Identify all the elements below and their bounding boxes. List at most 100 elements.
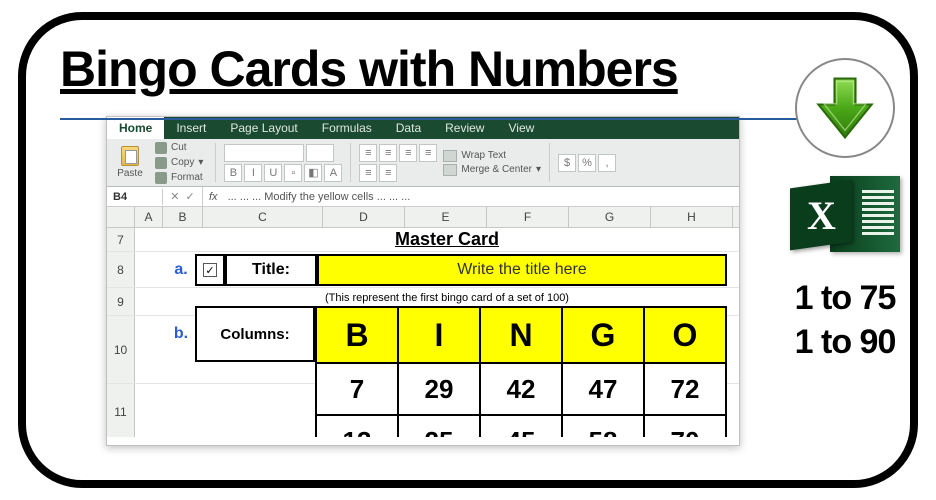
col-header-e[interactable]: E xyxy=(405,207,487,227)
tab-page-layout[interactable]: Page Layout xyxy=(218,117,309,139)
wrap-icon xyxy=(443,150,457,162)
bingo-cell[interactable]: 7 xyxy=(316,363,398,415)
ribbon-body: Paste Cut Copy ▾ Format xyxy=(107,139,739,187)
bingo-head-n[interactable]: N xyxy=(480,307,562,363)
title-row: Bingo Cards with Numbers xyxy=(60,40,876,98)
tab-insert[interactable]: Insert xyxy=(164,117,218,139)
ribbon-tabs: Home Insert Page Layout Formulas Data Re… xyxy=(107,117,739,139)
download-badge[interactable] xyxy=(795,58,895,158)
copy-button[interactable]: Copy ▾ xyxy=(151,156,207,170)
bingo-head-b[interactable]: B xyxy=(316,307,398,363)
cut-button[interactable]: Cut xyxy=(151,141,207,155)
col-header-f[interactable]: F xyxy=(487,207,569,227)
tab-home[interactable]: Home xyxy=(107,117,164,139)
percent-button[interactable]: % xyxy=(578,154,596,172)
checkbox-cell[interactable]: ✓ xyxy=(195,254,225,286)
row-header-7[interactable]: 7 xyxy=(107,228,135,251)
bingo-cell[interactable]: 47 xyxy=(562,363,644,415)
bingo-cell[interactable]: 58 xyxy=(562,415,644,437)
font-group: B I U ▫ ◧ A xyxy=(224,143,351,182)
bingo-cell[interactable]: 29 xyxy=(398,363,480,415)
cancel-icon[interactable]: ✕ xyxy=(170,190,179,203)
sheet: A B C D E F G H 7 8 9 10 11 xyxy=(107,207,739,437)
clipboard-icon xyxy=(121,146,139,166)
format-label: Format xyxy=(171,172,203,183)
currency-button[interactable]: $ xyxy=(558,154,576,172)
comma-button[interactable]: , xyxy=(598,154,616,172)
bingo-cell[interactable]: 25 xyxy=(398,415,480,437)
row-header-10[interactable]: 10 xyxy=(107,316,135,383)
title-label-cell: Title: xyxy=(225,254,317,286)
excel-window: Home Insert Page Layout Formulas Data Re… xyxy=(106,116,740,446)
formula-bar: B4 ✕ ✓ fx ... ... ... Modify the yellow c… xyxy=(107,187,739,207)
align-center-button[interactable]: ≡ xyxy=(359,164,377,182)
col-header-g[interactable]: G xyxy=(569,207,651,227)
col-header-h[interactable]: H xyxy=(651,207,733,227)
font-size-box[interactable] xyxy=(306,144,334,162)
right-column: X 1 to 75 1 to 90 xyxy=(760,58,918,364)
master-card: Master Card a. ✓ Title: Write the title … xyxy=(167,229,727,437)
border-button[interactable]: ▫ xyxy=(284,164,302,182)
wrap-text-button[interactable]: Wrap Text xyxy=(443,150,541,162)
bingo-head-o[interactable]: O xyxy=(644,307,726,363)
step-a-label: a. xyxy=(167,254,195,286)
row-header-9[interactable]: 9 xyxy=(107,288,135,315)
paste-label: Paste xyxy=(117,168,143,179)
bingo-cell[interactable]: 72 xyxy=(644,363,726,415)
wrap-text-label: Wrap Text xyxy=(461,150,506,161)
col-header-a[interactable]: A xyxy=(135,207,163,227)
select-all-corner[interactable] xyxy=(107,207,135,227)
col-header-d[interactable]: D xyxy=(323,207,405,227)
align-bot-button[interactable]: ≡ xyxy=(399,144,417,162)
fill-color-button[interactable]: ◧ xyxy=(304,164,322,182)
bingo-cell[interactable]: 42 xyxy=(480,363,562,415)
brush-icon xyxy=(155,172,167,184)
col-header-b[interactable]: B xyxy=(163,207,203,227)
underline-button[interactable]: U xyxy=(264,164,282,182)
tab-view[interactable]: View xyxy=(496,117,546,139)
italic-button[interactable]: I xyxy=(244,164,262,182)
download-arrow-icon xyxy=(810,73,880,143)
page-title: Bingo Cards with Numbers xyxy=(60,40,678,98)
fx-label: fx xyxy=(203,191,224,203)
align-left-button[interactable]: ≡ xyxy=(419,144,437,162)
excel-logo: X xyxy=(790,172,900,256)
scissors-icon xyxy=(155,142,167,154)
check-icon[interactable]: ✓ xyxy=(186,190,195,203)
tab-formulas[interactable]: Formulas xyxy=(310,117,384,139)
bingo-cell[interactable]: 45 xyxy=(480,415,562,437)
formula-text[interactable]: ... ... ... Modify the yellow cells ... … xyxy=(224,191,411,203)
clipboard-group: Paste Cut Copy ▾ Format xyxy=(113,143,216,182)
tab-review[interactable]: Review xyxy=(433,117,496,139)
row-header-8[interactable]: 8 xyxy=(107,252,135,287)
bingo-head-g[interactable]: G xyxy=(562,307,644,363)
bingo-row-2: 13 25 45 58 70 xyxy=(316,415,726,437)
bingo-cell[interactable]: 70 xyxy=(644,415,726,437)
step-b-label: b. xyxy=(167,306,195,362)
row-header-11[interactable]: 11 xyxy=(107,384,135,437)
col-header-c[interactable]: C xyxy=(203,207,323,227)
copy-icon xyxy=(155,157,167,169)
bingo-header-row: B I N G O xyxy=(316,307,726,363)
merge-icon xyxy=(443,164,457,176)
merge-center-button[interactable]: Merge & Center ▾ xyxy=(443,164,541,176)
format-button[interactable]: Format xyxy=(151,171,207,185)
cut-label: Cut xyxy=(171,142,187,153)
bingo-head-i[interactable]: I xyxy=(398,307,480,363)
clip-items: Cut Copy ▾ Format xyxy=(151,141,207,185)
font-color-button[interactable]: A xyxy=(324,164,342,182)
bingo-cell[interactable]: 13 xyxy=(316,415,398,437)
tab-data[interactable]: Data xyxy=(384,117,433,139)
merge-center-label: Merge & Center xyxy=(461,164,532,175)
paste-button[interactable]: Paste xyxy=(113,146,147,179)
excel-x-icon: X xyxy=(790,180,852,251)
align-mid-button[interactable]: ≡ xyxy=(379,144,397,162)
font-name-box[interactable] xyxy=(224,144,304,162)
name-box[interactable]: B4 xyxy=(107,189,163,205)
align-right-button[interactable]: ≡ xyxy=(379,164,397,182)
title-input-cell[interactable]: Write the title here xyxy=(317,254,727,286)
alignment-group: ≡ ≡ ≡ ≡ ≡ ≡ Wrap Text Merge & Center ▾ xyxy=(359,143,550,182)
range-1-text: 1 to 75 xyxy=(795,276,896,320)
bold-button[interactable]: B xyxy=(224,164,242,182)
align-top-button[interactable]: ≡ xyxy=(359,144,377,162)
